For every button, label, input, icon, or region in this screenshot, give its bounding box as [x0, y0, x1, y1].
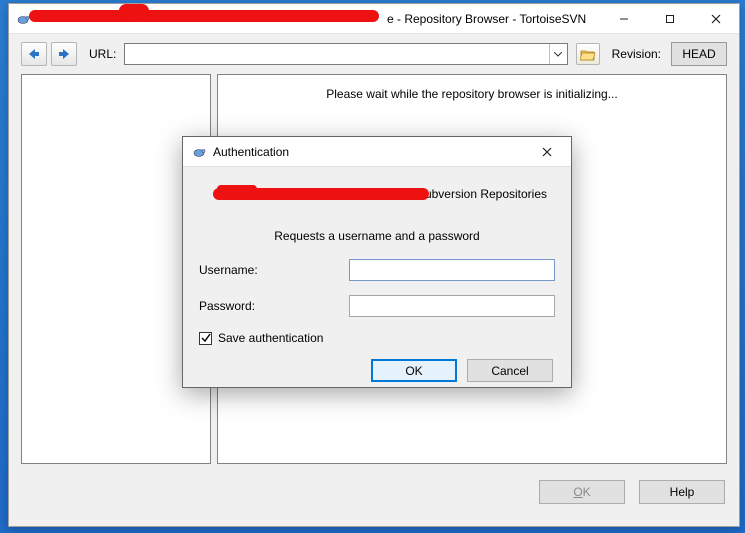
titlebar[interactable]: e - Repository Browser - TortoiseSVN: [9, 4, 739, 34]
dialog-cancel-button[interactable]: Cancel: [467, 359, 553, 382]
chevron-down-icon[interactable]: [549, 44, 567, 64]
repository-suffix: Subversion Repositories: [417, 187, 547, 201]
url-input[interactable]: [125, 44, 548, 64]
bottom-bar: OK Help: [9, 464, 739, 504]
redacted-title-portion: [29, 10, 379, 22]
request-line: Requests a username and a password: [199, 229, 555, 243]
dialog-title: Authentication: [213, 145, 289, 159]
minimize-button[interactable]: [601, 4, 647, 33]
toolbar: URL: Revision: HEAD: [9, 34, 739, 74]
ok-button: OK: [539, 480, 625, 504]
username-row: Username:: [199, 259, 555, 281]
repository-browser-window: e - Repository Browser - TortoiseSVN URL…: [8, 3, 740, 527]
save-auth-checkbox[interactable]: [199, 332, 212, 345]
dialog-body: Subversion Repositories Requests a usern…: [183, 167, 571, 394]
window-controls: [601, 4, 739, 33]
save-auth-label: Save authentication: [218, 331, 323, 345]
tortoise-icon: [191, 144, 207, 160]
loading-message: Please wait while the repository browser…: [326, 87, 617, 101]
dialog-buttons: OK Cancel: [199, 359, 555, 382]
password-label: Password:: [199, 299, 349, 313]
open-folder-button[interactable]: [576, 43, 600, 65]
redacted-title-portion: [119, 4, 149, 18]
forward-button[interactable]: [51, 42, 77, 66]
revision-label: Revision:: [612, 47, 661, 61]
username-input[interactable]: [349, 259, 555, 281]
back-button[interactable]: [21, 42, 47, 66]
ok-button-label: OK: [573, 485, 590, 499]
close-button[interactable]: [693, 4, 739, 33]
save-auth-row: Save authentication: [199, 331, 555, 345]
username-label: Username:: [199, 263, 349, 277]
maximize-button[interactable]: [647, 4, 693, 33]
redacted-repo-host: [217, 185, 257, 193]
dialog-ok-button[interactable]: OK: [371, 359, 457, 382]
password-row: Password:: [199, 295, 555, 317]
url-label: URL:: [89, 47, 116, 61]
help-button[interactable]: Help: [639, 480, 725, 504]
dialog-titlebar[interactable]: Authentication: [183, 137, 571, 167]
revision-head-button[interactable]: HEAD: [671, 42, 727, 66]
authentication-dialog: Authentication Subversion Repositories R…: [182, 136, 572, 388]
url-combobox[interactable]: [124, 43, 567, 65]
dialog-close-button[interactable]: [527, 137, 567, 166]
window-title: e - Repository Browser - TortoiseSVN: [387, 12, 586, 26]
password-input[interactable]: [349, 295, 555, 317]
repository-line: Subversion Repositories: [199, 187, 555, 203]
